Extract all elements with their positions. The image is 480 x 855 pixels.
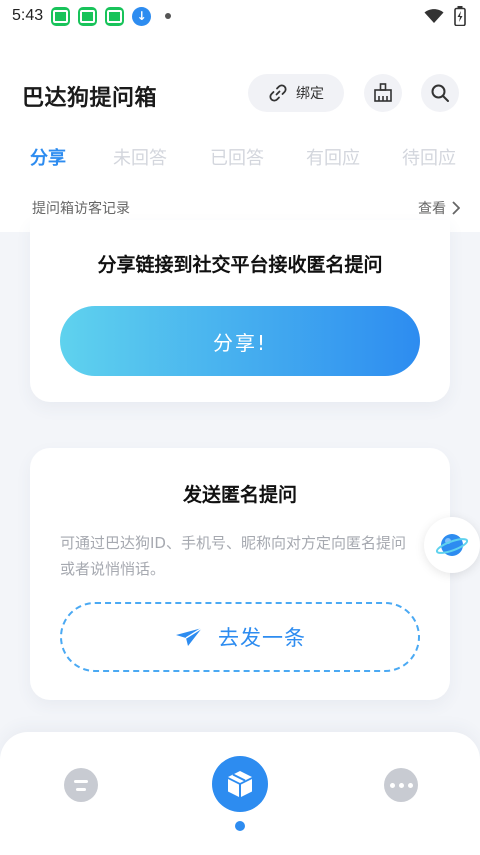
search-icon: [431, 84, 449, 102]
list-line-icon: [76, 787, 86, 791]
tab-share[interactable]: 分享: [30, 144, 66, 170]
system-status-icons: [424, 6, 466, 26]
app-notification-icon: [105, 6, 125, 26]
bind-button[interactable]: 绑定: [248, 74, 344, 112]
send-question-card: 发送匿名提问 可通过巴达狗ID、手机号、昵称向对方定向匿名提问或者说悄悄话。 去…: [30, 448, 450, 700]
planet-icon: [435, 534, 469, 556]
more-notifications-dot-icon: [165, 13, 172, 19]
bottom-navigation: [0, 732, 480, 855]
tab-bar: 分享 未回答 已回答 有回应 待回应: [0, 144, 480, 174]
nav-messages[interactable]: [64, 768, 98, 802]
box-icon: [228, 771, 252, 797]
view-link[interactable]: 查看: [418, 198, 460, 218]
broom-icon: [374, 83, 392, 102]
share-card: 分享链接到社交平台接收匿名提问 分享!: [30, 220, 450, 402]
send-card-title: 发送匿名提问: [182, 484, 297, 506]
dot-icon: [398, 782, 404, 788]
paper-plane-icon: [176, 627, 203, 646]
battery-icon: [454, 6, 466, 26]
tab-responded[interactable]: 有回应: [306, 144, 360, 170]
tab-unanswered[interactable]: 未回答: [113, 144, 167, 170]
search-button[interactable]: [421, 74, 459, 112]
tab-pending-response[interactable]: 待回应: [402, 144, 456, 170]
list-line-icon: [74, 779, 88, 783]
visitor-record-row[interactable]: 提问箱访客记录 查看: [0, 192, 480, 222]
dot-icon: [389, 782, 395, 788]
send-question-button[interactable]: 去发一条: [60, 602, 420, 672]
page-title: 巴达狗提问箱: [22, 86, 158, 111]
send-card-description: 可通过巴达狗ID、手机号、昵称向对方定向匿名提问或者说悄悄话。: [60, 534, 406, 578]
dot-icon: [407, 782, 413, 788]
header: 巴达狗提问箱 绑定 分享 未回答 已回答 有回应 待回应 提问箱访客记录 查看: [0, 32, 480, 232]
status-time: 5:43: [12, 7, 44, 24]
app-notification-icon: [51, 6, 71, 26]
share-button[interactable]: 分享!: [60, 306, 420, 376]
link-icon: [269, 84, 287, 102]
floating-planet-button[interactable]: [424, 517, 480, 573]
share-card-title: 分享链接到社交平台接收匿名提问: [97, 254, 383, 276]
visitor-record-label: 提问箱访客记录: [32, 201, 130, 217]
download-icon: ↓: [132, 6, 152, 26]
view-link-label: 查看: [418, 201, 446, 217]
chevron-right-icon: [452, 201, 460, 215]
active-indicator-dot: [235, 821, 245, 831]
status-bar: 5:43 ↓: [0, 0, 480, 32]
send-button-label: 去发一条: [218, 626, 306, 650]
nav-question-box[interactable]: [212, 756, 268, 812]
wifi-icon: [424, 9, 444, 23]
nav-more[interactable]: [384, 768, 418, 802]
tab-answered[interactable]: 已回答: [210, 144, 264, 170]
bind-label: 绑定: [296, 86, 324, 102]
clean-button[interactable]: [364, 74, 402, 112]
app-notification-icon: [78, 6, 98, 26]
